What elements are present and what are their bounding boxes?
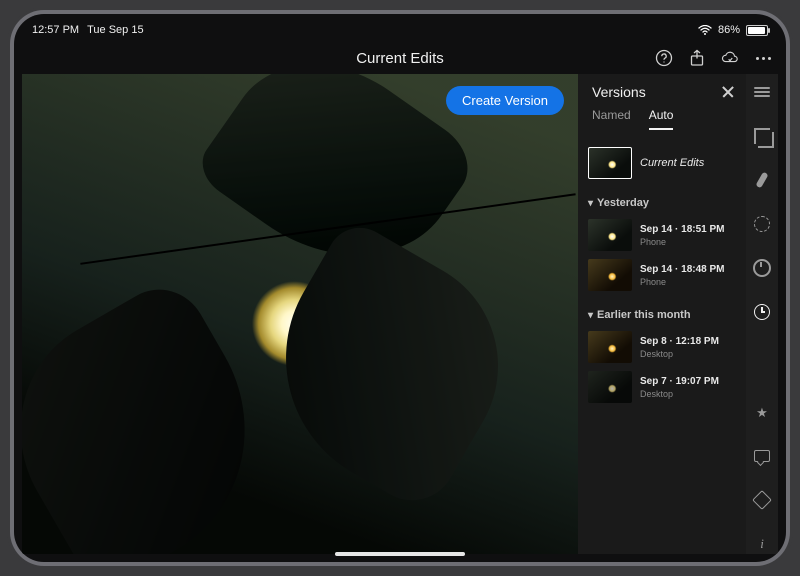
version-item[interactable]: Sep 8 · 12:18 PM Desktop [586, 327, 738, 367]
group-label-text: Earlier this month [597, 309, 691, 321]
close-icon[interactable] [720, 84, 736, 100]
sliders-icon[interactable] [752, 82, 772, 102]
star-icon[interactable]: ★ [752, 402, 772, 422]
page-title: Current Edits [356, 50, 444, 67]
comment-icon[interactable] [752, 446, 772, 466]
status-time: 12:57 PM [32, 24, 79, 36]
version-device: Desktop [640, 389, 719, 399]
right-toolstrip: ★ i [746, 74, 778, 554]
version-label: Current Edits [640, 157, 704, 169]
version-thumbnail [588, 147, 632, 179]
more-icon[interactable] [754, 49, 772, 67]
battery-percent: 86% [718, 24, 740, 36]
create-version-button[interactable]: Create Version [446, 86, 564, 115]
version-item[interactable]: Sep 14 · 18:48 PM Phone [586, 255, 738, 295]
versions-panel-title: Versions [592, 84, 646, 100]
photo-image [22, 74, 578, 554]
tag-icon[interactable] [752, 490, 772, 510]
chevron-down-icon: ▾ [588, 310, 593, 321]
cloud-sync-icon[interactable] [721, 49, 739, 67]
group-label-text: Yesterday [597, 197, 649, 209]
version-timestamp: Sep 14 · 18:48 PM [640, 264, 724, 275]
tab-auto[interactable]: Auto [649, 108, 674, 130]
info-icon[interactable]: i [752, 534, 772, 554]
version-thumbnail [588, 219, 632, 251]
version-device: Phone [640, 277, 724, 287]
version-device: Phone [640, 237, 724, 247]
status-date: Tue Sep 15 [87, 24, 143, 36]
version-timestamp: Sep 14 · 18:51 PM [640, 224, 724, 235]
status-bar: 12:57 PM Tue Sep 15 86% [14, 20, 786, 40]
version-group-yesterday[interactable]: ▾ Yesterday [588, 197, 738, 209]
tab-named[interactable]: Named [592, 108, 631, 130]
photo-canvas[interactable]: Create Version [22, 74, 578, 554]
version-item[interactable]: Sep 7 · 19:07 PM Desktop [586, 367, 738, 407]
versions-panel: Versions Named Auto Current Edits ▾ Yest… [578, 74, 746, 554]
version-thumbnail [588, 371, 632, 403]
version-timestamp: Sep 7 · 19:07 PM [640, 376, 719, 387]
home-indicator[interactable] [335, 552, 465, 556]
versions-tabs: Named Auto [578, 108, 746, 135]
versions-clock-icon[interactable] [752, 302, 772, 322]
version-thumbnail [588, 259, 632, 291]
tablet-screen: 12:57 PM Tue Sep 15 86% Current Edits [14, 14, 786, 562]
version-group-earlier[interactable]: ▾ Earlier this month [588, 309, 738, 321]
help-icon[interactable] [655, 49, 673, 67]
version-current[interactable]: Current Edits [586, 143, 738, 183]
version-thumbnail [588, 331, 632, 363]
version-device: Desktop [640, 349, 719, 359]
share-icon[interactable] [688, 49, 706, 67]
chevron-down-icon: ▾ [588, 198, 593, 209]
tablet-hardware-button [72, 7, 108, 11]
app-topbar: Current Edits [14, 42, 786, 74]
heal-icon[interactable] [752, 170, 772, 190]
wifi-icon [698, 25, 712, 35]
crop-icon[interactable] [752, 126, 772, 146]
version-timestamp: Sep 8 · 12:18 PM [640, 336, 719, 347]
radial-mask-icon[interactable] [752, 214, 772, 234]
color-dial-icon[interactable] [752, 258, 772, 278]
battery-icon [746, 25, 768, 36]
version-item[interactable]: Sep 14 · 18:51 PM Phone [586, 215, 738, 255]
